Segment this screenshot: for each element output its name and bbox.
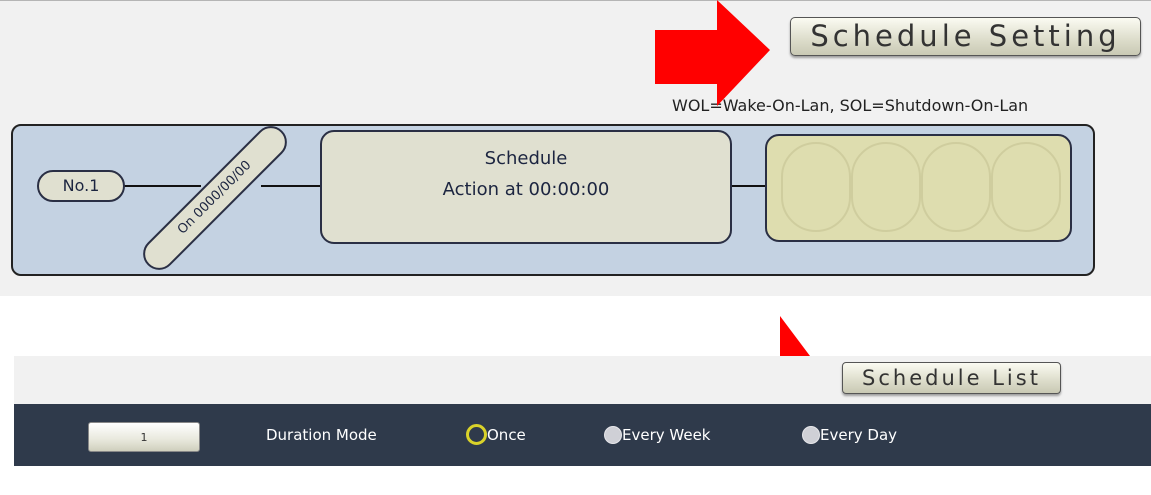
device-slot[interactable] — [991, 142, 1061, 232]
device-slot[interactable] — [921, 142, 991, 232]
device-slot[interactable] — [851, 142, 921, 232]
schedule-action-time: Action at 00:00:00 — [442, 179, 610, 200]
radio-once-label: Once — [487, 425, 526, 444]
radio-unselected-icon — [604, 426, 622, 444]
radio-every-week[interactable]: Every Week — [604, 426, 711, 444]
schedule-list-row: 1 Duration Mode Once Every Week Every Da… — [14, 404, 1151, 466]
schedule-diagram: No.1 On 0000/00/00 Schedule Action at 00… — [11, 119, 1095, 277]
schedule-number-pill[interactable]: No.1 — [37, 170, 125, 202]
schedule-date-pill[interactable]: On 0000/00/00 — [136, 119, 294, 277]
radio-every-day[interactable]: Every Day — [802, 426, 897, 444]
schedule-list-button[interactable]: Schedule List — [842, 362, 1061, 394]
radio-selected-icon — [466, 424, 487, 445]
connector-line — [261, 185, 320, 187]
device-slot[interactable] — [781, 142, 851, 232]
schedule-title: Schedule — [484, 148, 568, 169]
radio-unselected-icon — [802, 426, 820, 444]
radio-every-week-label: Every Week — [622, 426, 711, 444]
red-arrow-annotation — [655, 0, 770, 106]
schedule-number-field[interactable]: 1 — [88, 422, 200, 452]
connector-line — [123, 185, 201, 187]
schedule-setting-button[interactable]: Schedule Setting — [790, 17, 1141, 56]
connector-line — [732, 185, 765, 187]
schedule-action-box[interactable]: Schedule Action at 00:00:00 — [320, 130, 732, 244]
device-slots-box — [765, 134, 1072, 242]
schedule-setting-panel: Schedule Setting WOL=Wake-On-Lan, SOL=Sh… — [0, 0, 1151, 296]
schedule-page: Schedule Setting WOL=Wake-On-Lan, SOL=Sh… — [0, 0, 1151, 495]
duration-mode-label: Duration Mode — [266, 426, 377, 444]
radio-every-day-label: Every Day — [820, 426, 898, 444]
radio-once[interactable]: Once — [466, 424, 526, 445]
